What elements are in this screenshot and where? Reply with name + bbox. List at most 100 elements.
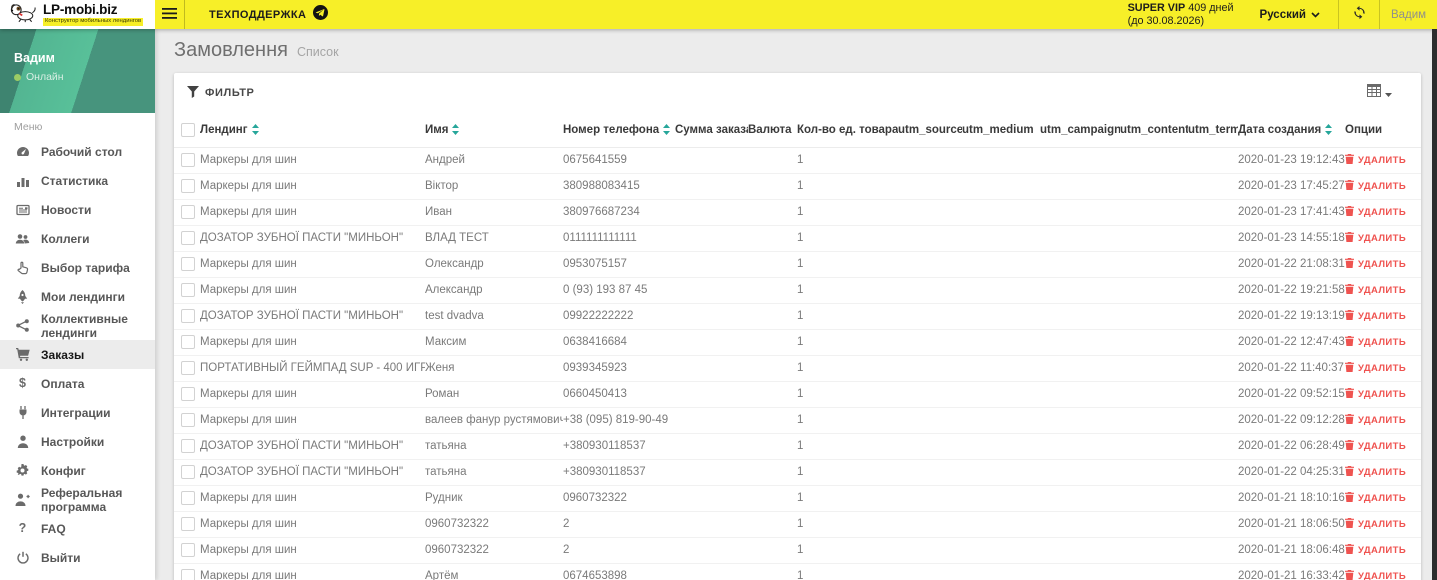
cell-sum [675,407,748,434]
delete-button[interactable]: УДАЛИТЬ [1345,491,1406,505]
row-checkbox[interactable] [181,153,195,167]
filter-button[interactable]: ФИЛЬТР [187,85,254,101]
delete-button[interactable]: УДАЛИТЬ [1345,439,1406,453]
delete-button[interactable]: УДАЛИТЬ [1345,517,1406,531]
cell-select [174,407,200,434]
delete-button[interactable]: УДАЛИТЬ [1345,361,1406,375]
delete-button[interactable]: УДАЛИТЬ [1345,231,1406,245]
column-header-phone[interactable]: Номер телефона [563,113,675,148]
table-row: Маркеры для шин 0960732322 2 1 2020-01-2… [174,537,1421,564]
table-row: Маркеры для шин Рудник 0960732322 1 2020… [174,485,1421,512]
column-header-created[interactable]: Дата создания [1238,113,1345,148]
cell-utm-campaign [1040,563,1120,580]
delete-button[interactable]: УДАЛИТЬ [1345,179,1406,193]
cell-qty: 1 [797,355,898,382]
sidebar-item-referral[interactable]: Реферальная программа [0,485,155,514]
row-checkbox[interactable] [181,543,195,557]
cell-utm-source [898,199,962,226]
delete-button[interactable]: УДАЛИТЬ [1345,465,1406,479]
delete-button[interactable]: УДАЛИТЬ [1345,205,1406,219]
row-checkbox[interactable] [181,465,195,479]
delete-button[interactable]: УДАЛИТЬ [1345,283,1406,297]
sidebar-item-stats[interactable]: Статистика [0,166,155,195]
sidebar-item-tariff[interactable]: Выбор тарифа [0,253,155,282]
plan-name: SUPER VIP [1127,1,1186,14]
table-grid-icon [1367,84,1381,102]
column-header-landing[interactable]: Лендинг [200,113,425,148]
sidebar-item-settings[interactable]: Настройки [0,427,155,456]
cell-options: УДАЛИТЬ [1345,147,1421,174]
delete-button[interactable]: УДАЛИТЬ [1345,257,1406,271]
cell-options: УДАЛИТЬ [1345,329,1421,356]
cell-select [174,329,200,356]
delete-button[interactable]: УДАЛИТЬ [1345,153,1406,167]
delete-button[interactable]: УДАЛИТЬ [1345,387,1406,401]
sidebar-item-colleagues[interactable]: Коллеги [0,224,155,253]
row-checkbox[interactable] [181,335,195,349]
sidebar-item-dashboard[interactable]: Рабочий стол [0,137,155,166]
sidebar-item-integrations[interactable]: Интеграции [0,398,155,427]
column-settings-button[interactable] [1367,84,1392,102]
trash-icon [1345,309,1354,323]
person-icon [14,435,31,448]
sidebar-item-logout[interactable]: Выйти [0,543,155,572]
language-selector[interactable]: Русский [1260,9,1320,21]
delete-button[interactable]: УДАЛИТЬ [1345,413,1406,427]
cell-phone: 0660450413 [563,381,675,408]
column-header-name[interactable]: Имя [425,113,563,148]
row-checkbox[interactable] [181,491,195,505]
sidebar-item-news[interactable]: Новости [0,195,155,224]
row-checkbox[interactable] [181,413,195,427]
column-header-utm_campaign: utm_campaign [1040,113,1120,148]
cell-utm-medium [962,173,1040,200]
cell-name: Рудник [425,485,563,512]
row-checkbox[interactable] [181,569,195,580]
delete-button[interactable]: УДАЛИТЬ [1345,335,1406,349]
cell-select [174,537,200,564]
row-checkbox[interactable] [181,257,195,271]
telegram-icon [313,4,329,25]
cell-phone: 2 [563,537,675,564]
row-checkbox[interactable] [181,517,195,531]
cell-sum [675,537,748,564]
cell-currency [748,511,797,538]
row-checkbox[interactable] [181,283,195,297]
sidebar-item-collective-landings[interactable]: Коллективные лендинги [0,311,155,340]
brand-logo[interactable]: LP-mobi.biz Конструктор мобильных лендин… [0,0,155,29]
topbar-username[interactable]: Вадим [1380,9,1437,21]
row-checkbox[interactable] [181,361,195,375]
row-checkbox[interactable] [181,387,195,401]
sidebar-item-config[interactable]: Конфиг [0,456,155,485]
row-checkbox[interactable] [181,179,195,193]
sidebar-item-orders[interactable]: Заказы [0,340,155,369]
refresh-button[interactable] [1339,0,1379,29]
online-status-dot [14,73,21,81]
row-checkbox[interactable] [181,309,195,323]
cell-phone: 0675641559 [563,147,675,174]
row-checkbox[interactable] [181,439,195,453]
cell-utm-source [898,563,962,580]
support-link[interactable]: ТЕХПОДДЕРЖКА [209,4,329,25]
select-all-checkbox[interactable] [181,122,195,137]
cell-qty: 1 [797,433,898,460]
delete-button[interactable]: УДАЛИТЬ [1345,309,1406,323]
page-scrollbar[interactable] [1432,29,1437,580]
row-checkbox[interactable] [181,205,195,219]
sidebar-toggle-button[interactable] [155,0,185,29]
delete-button[interactable]: УДАЛИТЬ [1345,569,1406,580]
sidebar-item-my-landings[interactable]: Мои лендинги [0,282,155,311]
table-row: Маркеры для шин Андрей 0675641559 1 2020… [174,147,1421,174]
cell-qty: 1 [797,407,898,434]
sidebar-item-payment[interactable]: $ Оплата [0,369,155,398]
row-checkbox[interactable] [181,231,195,245]
cell-select [174,511,200,538]
cell-phone: 0960732322 [563,485,675,512]
trash-icon [1345,205,1354,219]
sidebar-item-faq[interactable]: ? FAQ [0,514,155,543]
cell-currency [748,381,797,408]
cell-utm-medium [962,407,1040,434]
cell-created: 2020-01-22 19:21:58 [1238,277,1345,304]
table-row: Маркеры для шин Олександр 0953075157 1 2… [174,251,1421,278]
delete-button[interactable]: УДАЛИТЬ [1345,543,1406,557]
language-label: Русский [1259,8,1306,21]
